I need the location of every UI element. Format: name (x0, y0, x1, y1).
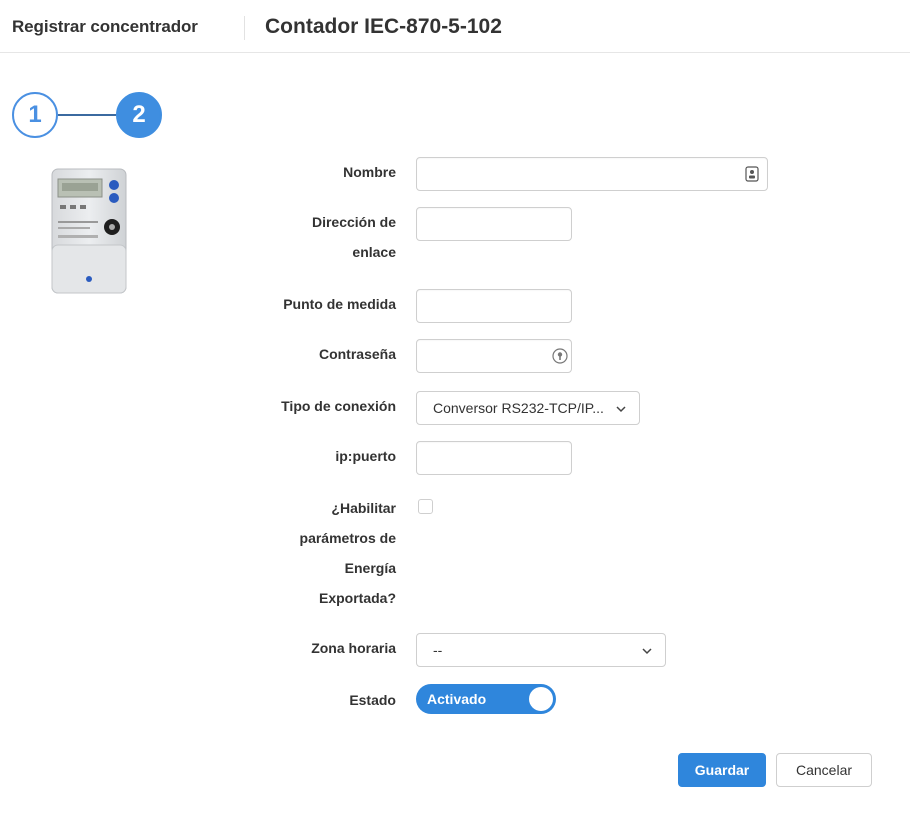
energia-exportada-label-line2: parámetros de (299, 530, 396, 546)
chevron-down-icon (642, 648, 652, 655)
tipo-conexion-label: Tipo de conexión (281, 398, 396, 414)
breadcrumb-registrar-concentrador[interactable]: Registrar concentrador (12, 17, 198, 37)
direccion-enlace-label: Dirección de enlace (240, 207, 396, 267)
tipo-conexion-select[interactable]: Conversor RS232-TCP/IP... (416, 391, 640, 425)
ip-puerto-label: ip:puerto (335, 448, 396, 464)
zona-horaria-select[interactable]: -- (416, 633, 666, 667)
page-title: Contador IEC-870-5-102 (265, 15, 502, 38)
energia-exportada-label-line3: Energía (344, 560, 396, 576)
estado-label: Estado (349, 692, 396, 708)
punto-medida-label: Punto de medida (283, 296, 396, 312)
save-button[interactable]: Guardar (678, 753, 766, 787)
nombre-input[interactable] (416, 157, 768, 191)
header-separator (244, 16, 245, 40)
tipo-conexion-value: Conversor RS232-TCP/IP... (433, 400, 604, 416)
step-1[interactable]: 1 (12, 92, 58, 138)
password-key-icon[interactable] (551, 347, 569, 365)
header-divider (0, 52, 910, 53)
ip-puerto-input[interactable] (416, 441, 572, 475)
contrasena-label: Contraseña (318, 346, 396, 362)
punto-medida-input[interactable] (416, 289, 572, 323)
contact-card-icon (743, 165, 761, 183)
energia-exportada-checkbox[interactable] (418, 499, 433, 514)
direccion-enlace-input[interactable] (416, 207, 572, 241)
zona-horaria-label: Zona horaria (311, 640, 396, 656)
energia-exportada-label: ¿Habilitar parámetros de Energía Exporta… (240, 493, 396, 613)
direccion-enlace-label-line2: enlace (352, 244, 396, 260)
estado-toggle[interactable]: Activado (416, 684, 556, 714)
step-connector (58, 114, 116, 116)
page-header: Registrar concentrador Contador IEC-870-… (0, 0, 912, 54)
electric-meter-image (51, 168, 127, 294)
step-2-current: 2 (116, 92, 162, 138)
estado-toggle-label: Activado (427, 691, 487, 707)
contrasena-input[interactable] (416, 339, 572, 373)
chevron-down-icon (616, 406, 626, 413)
energia-exportada-label-line4: Exportada? (318, 590, 396, 606)
wizard-stepper: 1 2 (12, 92, 164, 138)
zona-horaria-value: -- (433, 642, 443, 658)
toggle-knob (529, 687, 553, 711)
direccion-enlace-label-line1: Dirección de (311, 214, 396, 230)
nombre-label: Nombre (343, 164, 396, 180)
cancel-button[interactable]: Cancelar (776, 753, 872, 787)
energia-exportada-label-line1: ¿Habilitar (331, 500, 396, 516)
